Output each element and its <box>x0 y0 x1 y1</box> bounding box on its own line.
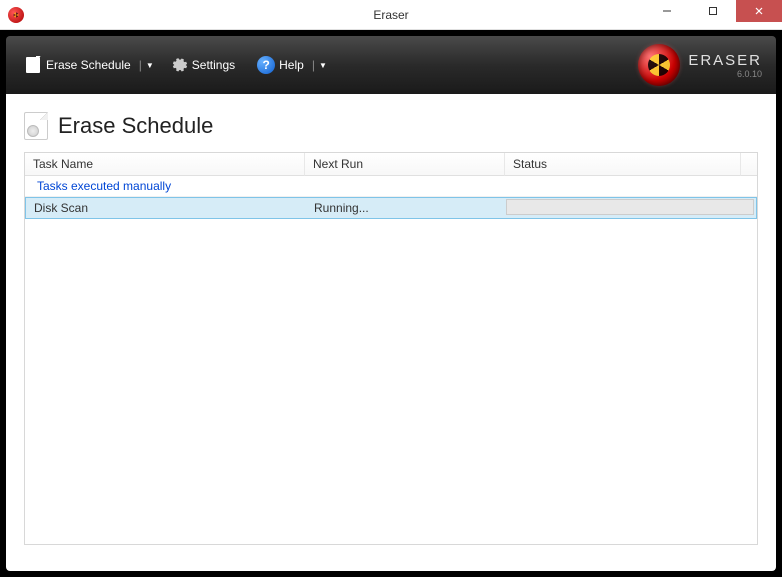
maximize-button[interactable] <box>690 0 736 22</box>
window-controls <box>644 0 782 29</box>
brand-text: ERASER 6.0.10 <box>688 52 762 79</box>
app-body: Erase Schedule | ▼ Settings ? Help | ▼ E… <box>0 30 782 577</box>
window-titlebar: Eraser <box>0 0 782 30</box>
cell-next-run: Running... <box>306 198 506 218</box>
main-toolbar: Erase Schedule | ▼ Settings ? Help | ▼ E… <box>6 36 776 94</box>
brand-block: ERASER 6.0.10 <box>638 44 762 86</box>
app-icon <box>8 7 24 23</box>
window-title: Eraser <box>373 8 408 22</box>
cell-task-name: Disk Scan <box>26 198 306 218</box>
close-button[interactable] <box>736 0 782 22</box>
task-group-label[interactable]: Tasks executed manually <box>25 176 757 197</box>
settings-button[interactable]: Settings <box>164 52 241 78</box>
help-label: Help <box>279 58 304 72</box>
settings-label: Settings <box>192 58 235 72</box>
brand-name: ERASER <box>688 52 762 69</box>
erase-schedule-label: Erase Schedule <box>46 58 131 72</box>
help-dropdown[interactable]: ▼ <box>319 61 327 70</box>
erase-schedule-button[interactable]: Erase Schedule <box>18 52 137 78</box>
cell-status-progress <box>506 199 754 215</box>
erase-schedule-dropdown[interactable]: ▼ <box>146 61 154 70</box>
column-header-gutter <box>741 153 757 176</box>
table-header: Task Name Next Run Status <box>25 153 757 176</box>
gear-icon <box>170 56 188 74</box>
page-header: Erase Schedule <box>24 112 758 140</box>
page-document-icon <box>24 112 48 140</box>
toolbar-separator: | <box>312 58 315 72</box>
column-header-task-name[interactable]: Task Name <box>25 153 305 176</box>
column-header-status[interactable]: Status <box>505 153 741 176</box>
table-row[interactable]: Disk Scan Running... <box>25 197 757 219</box>
minimize-button[interactable] <box>644 0 690 22</box>
toolbar-separator: | <box>139 58 142 72</box>
brand-version: 6.0.10 <box>688 69 762 79</box>
column-header-next-run[interactable]: Next Run <box>305 153 505 176</box>
table-body: Tasks executed manually Disk Scan Runnin… <box>25 176 757 544</box>
page-title: Erase Schedule <box>58 113 213 139</box>
brand-orb-icon <box>638 44 680 86</box>
document-icon <box>24 56 42 74</box>
help-button[interactable]: ? Help <box>251 52 310 78</box>
help-icon: ? <box>257 56 275 74</box>
content-area: Erase Schedule Task Name Next Run Status… <box>6 94 776 571</box>
schedule-table: Task Name Next Run Status Tasks executed… <box>24 152 758 545</box>
